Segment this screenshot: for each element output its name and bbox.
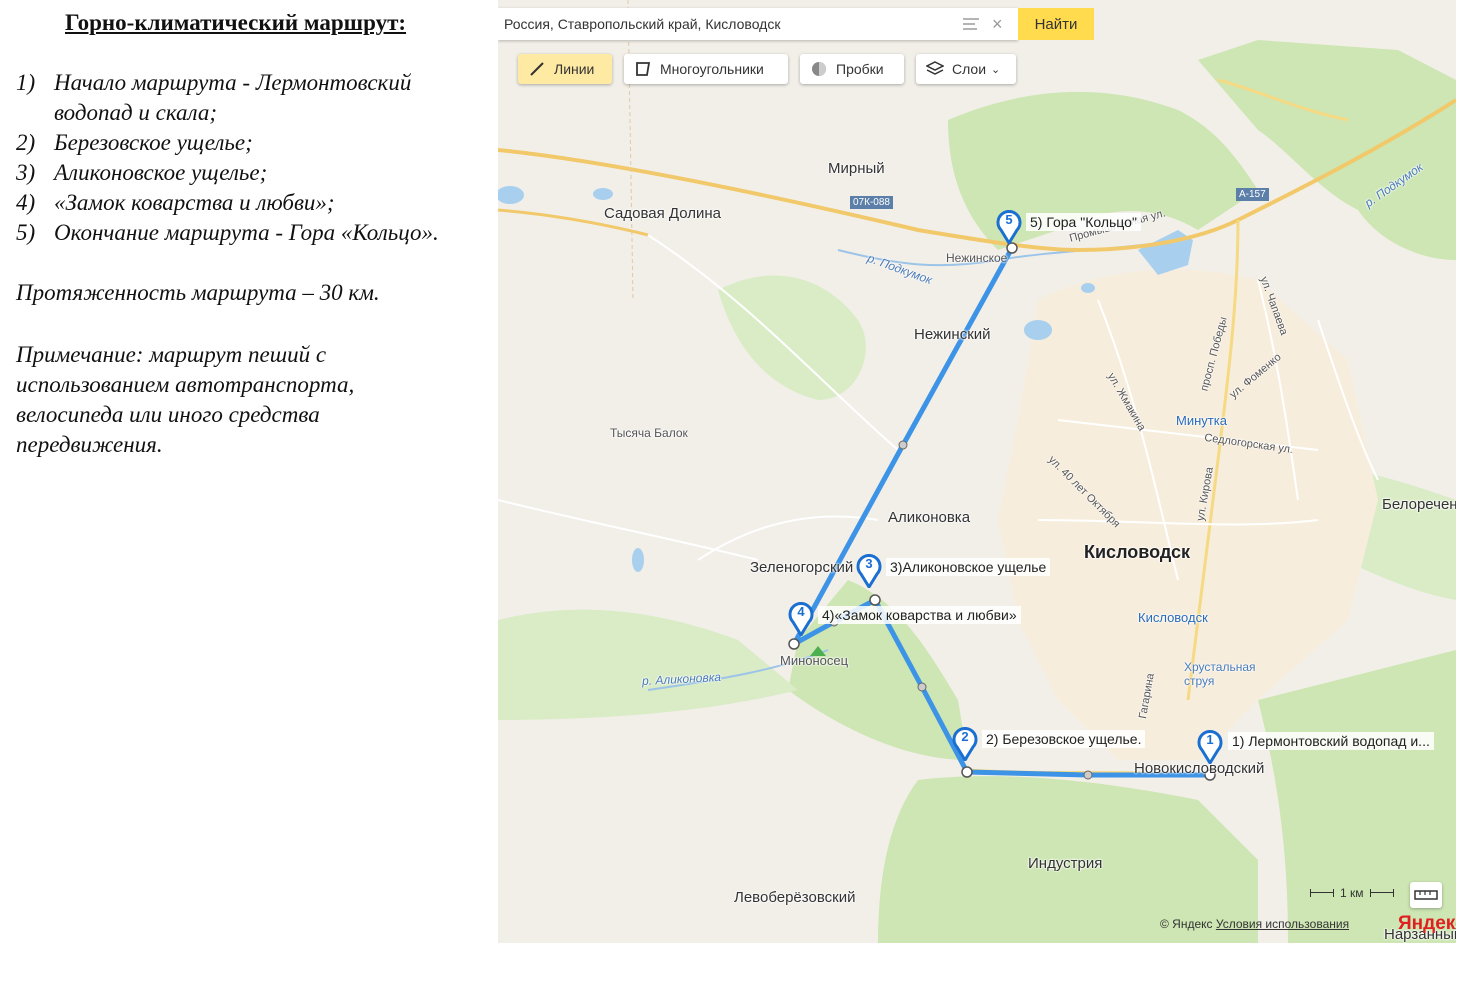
scale-bar: [1310, 889, 1334, 897]
place-label: Нежинский: [914, 326, 991, 343]
road-number-badge: 07К-088: [850, 196, 893, 209]
route-point-label: 4)«Замок коварства и любви»: [818, 606, 1021, 624]
yandex-logo[interactable]: Яндекс: [1398, 913, 1456, 935]
lake: [1024, 320, 1052, 340]
search-input[interactable]: [498, 8, 950, 40]
city-label: Кисловодск: [1084, 542, 1191, 562]
line-draw-icon: [530, 62, 544, 76]
list-item: 2) Березовское ущелье;: [16, 130, 253, 155]
route-marker-1[interactable]: 1: [1197, 730, 1223, 766]
list-item: 4) «Замок коварства и любви»;: [16, 190, 335, 215]
boundary-line: [627, 0, 634, 301]
route-vertex: [1006, 242, 1018, 254]
lake: [1081, 283, 1095, 293]
traffic-icon: [812, 62, 826, 76]
forest-area: [718, 275, 866, 400]
route-point-label: 2) Березовское ущелье.: [982, 730, 1146, 748]
copyright: © Яндекс Условия использования: [1160, 917, 1350, 931]
route-marker-5[interactable]: 5: [996, 210, 1022, 246]
place-label: Садовая Долина: [604, 205, 721, 222]
road-number-badge: А-157: [1236, 188, 1269, 201]
place-label: Белореченский: [1382, 496, 1456, 513]
route-vertex: [1083, 770, 1093, 780]
search-button[interactable]: Найти: [1018, 8, 1094, 40]
list-item: 1) Начало маршрута - Лермонтовский водопа…: [16, 70, 412, 125]
lines-tool-button[interactable]: Линии: [518, 54, 612, 84]
route-point-label: 5) Гора "Кольцо": [1026, 213, 1141, 231]
station-label: Кисловодск: [1138, 610, 1208, 625]
route-marker-2[interactable]: 2: [952, 727, 978, 763]
traffic-button[interactable]: Пробки: [800, 54, 904, 84]
place-label: Индустрия: [1028, 855, 1103, 872]
list-item: 5) Окончание маршрута - Гора «Кольцо».: [16, 220, 439, 245]
place-label: Миноносец: [780, 653, 849, 668]
place-label: Хрустальная струя: [1184, 660, 1256, 688]
terms-of-use-link[interactable]: Условия использования: [1216, 917, 1349, 931]
place-label: Минутка: [1176, 413, 1227, 428]
scale-bar: [1369, 889, 1394, 897]
layers-dropdown[interactable]: Слои ⌄: [916, 54, 1016, 84]
route-point-label: 1) Лермонтовский водопад и...: [1228, 732, 1434, 750]
place-label: Нежинское: [946, 251, 1008, 265]
route-length: Протяженность маршрута – 30 км.: [16, 280, 380, 305]
route-marker-3[interactable]: 3: [856, 554, 882, 590]
forest-area: [498, 609, 798, 720]
ruler-button[interactable]: [1410, 882, 1442, 908]
layers-icon: [926, 61, 944, 75]
place-label: Левоберёзовский: [734, 889, 856, 906]
lake: [593, 188, 613, 200]
route-vertex: [788, 638, 800, 650]
ruler-icon: [1414, 890, 1438, 900]
polygons-tool-button[interactable]: Многоугольники: [624, 54, 788, 84]
route-vertex: [869, 594, 881, 606]
route-vertex: [898, 440, 908, 450]
route-title: Горно-климатический маршрут:: [65, 10, 407, 35]
minor-road: [498, 499, 759, 561]
polygon-icon: [636, 62, 651, 76]
map-base-layer: [498, 0, 1456, 943]
search-bar: ×: [498, 8, 1018, 40]
chevron-down-icon: ⌄: [991, 63, 1001, 76]
route-note: Примечание: маршрут пеший с использовани…: [16, 342, 355, 457]
place-label: Тысяча Балок: [610, 426, 688, 440]
map-scale: 1 км: [1310, 886, 1394, 900]
route-marker-4[interactable]: 4: [788, 602, 814, 638]
map-view[interactable]: Кисловодск Мирный Садовая Долина Нежинск…: [498, 0, 1456, 943]
route-vertex: [961, 766, 973, 778]
close-icon[interactable]: ×: [992, 15, 1003, 33]
place-label: Аликоновка: [888, 509, 971, 526]
route-vertex: [917, 682, 927, 692]
route-point-label: 3)Аликоновское ущелье: [886, 558, 1051, 576]
lake: [632, 548, 644, 572]
route-description-panel: Горно-климатический маршрут: 1) Начало ма…: [0, 0, 490, 982]
menu-lines-icon[interactable]: [963, 17, 979, 31]
route-stops-list: 1) Начало маршрута - Лермонтовский водопа…: [16, 68, 486, 248]
lake: [498, 186, 524, 204]
place-label: Мирный: [828, 160, 885, 177]
list-item: 3) Аликоновское ущелье;: [16, 160, 268, 185]
place-label: Зеленогорский: [750, 559, 854, 576]
